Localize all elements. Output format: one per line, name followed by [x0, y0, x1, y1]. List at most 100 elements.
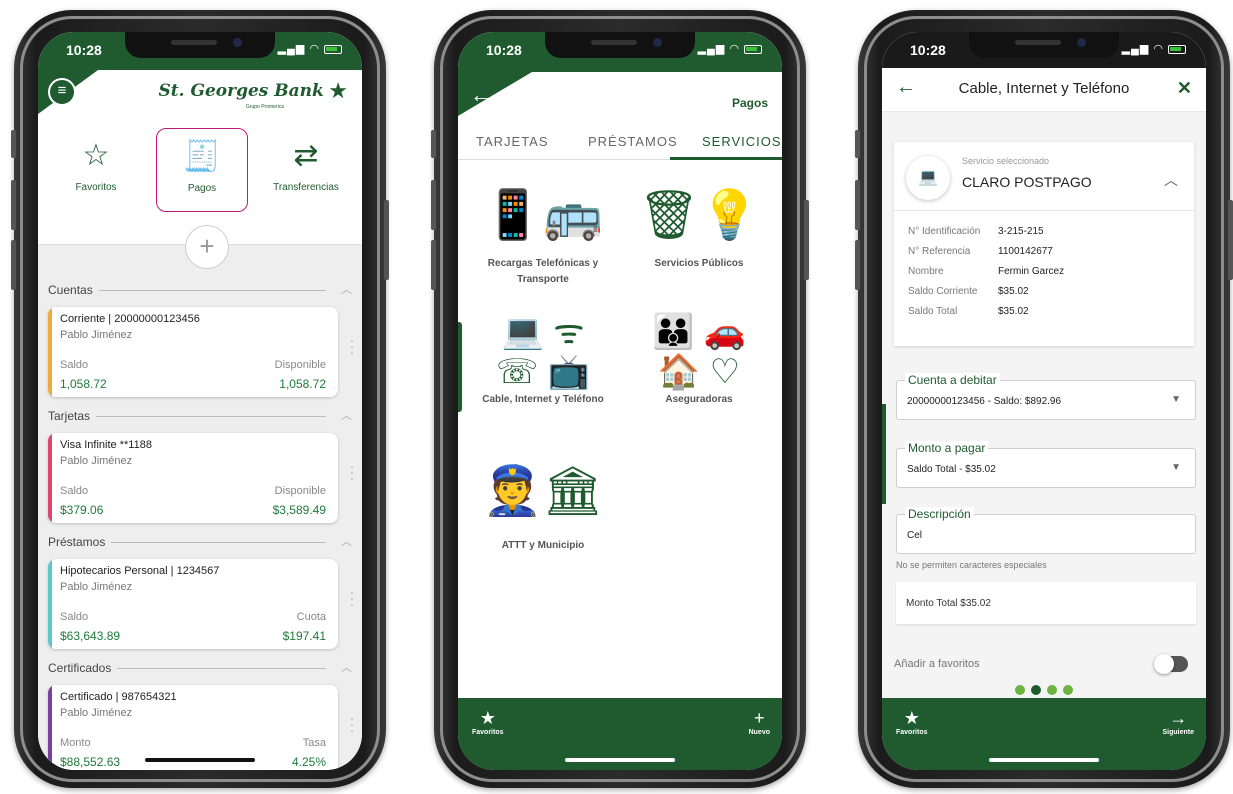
close-icon[interactable]: ✕ — [1177, 78, 1192, 99]
debit-account-select[interactable]: Cuenta a debitar 20000000123456 - Saldo:… — [896, 373, 1196, 420]
side-handle[interactable] — [458, 322, 462, 412]
card-left-label: Saldo — [60, 485, 89, 497]
tab-prestamos[interactable]: PRÉSTAMOS — [588, 134, 678, 149]
more-icon[interactable]: · · · — [348, 585, 356, 611]
page-title: Cable, Internet y Teléfono — [958, 80, 1130, 97]
notch — [545, 32, 695, 58]
cable-internet-icon: 💻 — [906, 156, 950, 200]
back-arrow-icon[interactable]: ← — [470, 82, 492, 108]
card-title: Visa Infinite **1188 — [60, 439, 152, 451]
field-label: Monto a pagar — [905, 441, 989, 455]
quick-favoritos[interactable]: ☆ Favoritos — [50, 128, 142, 212]
menu-button[interactable]: ≡ — [48, 78, 76, 106]
service-label: ATTT y Municipio — [501, 540, 585, 551]
more-icon[interactable]: · · · — [348, 711, 356, 737]
tab-bar: TARJETAS PRÉSTAMOS SERVICIOS — [458, 124, 782, 160]
next-button[interactable]: → Siguiente — [1162, 708, 1194, 736]
tab-indicator — [670, 157, 782, 160]
quick-transferencias[interactable]: ⇄ Transferencias — [260, 128, 352, 212]
service-label: Servicios Públicos — [654, 258, 744, 269]
favorites-button[interactable]: ★ Favoritos — [472, 708, 504, 736]
brand-tagline: Grupo Promerica — [245, 104, 284, 110]
section-title: Certificados — [48, 661, 118, 675]
card-title: Corriente | 20000000123456 — [60, 313, 200, 325]
tab-servicios[interactable]: SERVICIOS — [702, 134, 782, 149]
detail-key: Saldo Total — [908, 306, 958, 317]
description-input[interactable]: Descripción Cel — [896, 507, 1196, 554]
screen: ≡ St. Georges Bank ★ Grupo Promerica 10:… — [38, 32, 362, 770]
loan-card[interactable]: Hipotecarios Personal | 1234567 Pablo Ji… — [48, 559, 338, 649]
card-owner: Pablo Jiménez — [60, 455, 133, 467]
utilities-icon: 🗑💡 — [638, 189, 760, 242]
detail-key: N° Referencia — [908, 246, 971, 257]
card-right-value: $3,589.49 — [272, 503, 326, 517]
status-time: 10:28 — [486, 42, 522, 58]
quick-pagos[interactable]: 🧾 Pagos — [156, 128, 248, 212]
municipal-icon: 👮🏛 — [482, 465, 604, 518]
service-label: Aseguradoras — [665, 394, 733, 405]
home-indicator[interactable] — [145, 758, 255, 762]
service-cable[interactable]: 💻 ᯤ ☏ 📺 Cable, Internet y Teléfono — [468, 312, 618, 408]
section-title: Préstamos — [48, 535, 112, 549]
phone-payment-form: ← Cable, Internet y Teléfono ✕ 10:28 ▂▄▆… — [855, 10, 1233, 788]
card-title: Certificado | 987654321 — [60, 691, 177, 703]
home-indicator[interactable] — [989, 758, 1099, 762]
chevron-up-icon[interactable]: ︿ — [341, 533, 352, 549]
card-left-value: 1,058.72 — [60, 377, 107, 391]
service-label: Cable, Internet y Teléfono — [482, 394, 604, 405]
card-left-label: Monto — [60, 737, 91, 749]
detail-row: N° Identificación 3-215-215 — [908, 226, 1044, 237]
detail-key: Saldo Corriente — [908, 286, 978, 297]
more-icon[interactable]: · · · — [348, 459, 356, 485]
star-logo-icon: ★ — [328, 78, 348, 103]
service-recargas[interactable]: 📱🚌 Recargas Telefónicas y Transporte — [468, 176, 618, 288]
field-value: Saldo Total - $35.02 — [907, 464, 996, 475]
favorites-button[interactable]: ★ Favoritos — [896, 708, 928, 736]
brand-name: St. Georges Bank — [158, 81, 324, 101]
bottom-label: Siguiente — [1162, 729, 1194, 736]
detail-row: N° Referencia 1100142677 — [908, 246, 1053, 257]
card-right-value: 1,058.72 — [279, 377, 326, 391]
amount-select[interactable]: Monto a pagar Saldo Total - $35.02 ▼ — [896, 441, 1196, 488]
status-icons: ▂▄▆ ◠ — [1122, 42, 1186, 55]
add-button[interactable]: + — [185, 225, 229, 269]
detail-row: Nombre Fermin Garcez — [908, 266, 1064, 277]
card-right-value: 4.25% — [291, 755, 326, 769]
screen: ← Pagos 10:28 ▂▄▆ ◠ TARJETAS PRÉSTAMOS S… — [458, 32, 782, 770]
bill-icon: 🧾 — [183, 140, 221, 173]
more-icon[interactable]: · · · — [348, 333, 356, 359]
favorites-toggle[interactable] — [1154, 654, 1188, 674]
new-button[interactable]: + Nuevo — [749, 708, 770, 736]
service-attt[interactable]: 👮🏛 ATTT y Municipio — [468, 452, 618, 554]
bottom-label: Nuevo — [748, 729, 770, 736]
service-publicos[interactable]: 🗑💡 Servicios Públicos — [624, 176, 774, 272]
section-title: Tarjetas — [48, 409, 97, 423]
phone-pagos: ← Pagos 10:28 ▂▄▆ ◠ TARJETAS PRÉSTAMOS S… — [431, 10, 809, 788]
section-tarjetas[interactable]: Tarjetas ︿ — [48, 407, 352, 427]
section-certificados[interactable]: Certificados ︿ — [48, 659, 352, 679]
selected-service-card[interactable]: 💻 Servicio seleccionado CLARO POSTPAGO ︿… — [894, 142, 1194, 346]
chevron-up-icon[interactable]: ︿ — [341, 281, 352, 297]
quick-actions: ☆ Favoritos 🧾 Pagos ⇄ Transferencias — [38, 118, 362, 238]
caret-down-icon: ▼ — [1171, 462, 1181, 473]
stage: ≡ St. Georges Bank ★ Grupo Promerica 10:… — [0, 0, 1233, 794]
card-card[interactable]: Visa Infinite **1188 Pablo Jiménez Saldo… — [48, 433, 338, 523]
field-value: 20000000123456 - Saldo: $892.96 — [907, 396, 1062, 407]
chevron-up-icon[interactable]: ︿ — [341, 407, 352, 423]
phone-bus-icon: 📱🚌 — [483, 189, 603, 242]
account-card[interactable]: Corriente | 20000000123456 Pablo Jiménez… — [48, 307, 338, 397]
section-cuentas[interactable]: Cuentas ︿ — [48, 281, 352, 301]
home-indicator[interactable] — [565, 758, 675, 762]
section-prestamos[interactable]: Préstamos ︿ — [48, 533, 352, 553]
service-label: Recargas Telefónicas y Transporte — [487, 258, 599, 285]
card-owner: Pablo Jiménez — [60, 329, 133, 341]
chevron-up-icon[interactable]: ︿ — [1164, 170, 1178, 190]
service-aseguradoras[interactable]: 👪 🚗 🏠 ♡ Aseguradoras — [624, 312, 774, 408]
chevron-up-icon[interactable]: ︿ — [341, 659, 352, 675]
side-handle[interactable] — [882, 404, 886, 504]
tab-tarjetas[interactable]: TARJETAS — [476, 134, 549, 149]
section-title: Cuentas — [48, 283, 99, 297]
accounts-list: + Cuentas ︿ Corriente | 20000000123456 P… — [38, 225, 362, 770]
detail-value: 3-215-215 — [998, 226, 1044, 237]
detail-row: Saldo Total $35.02 — [908, 306, 1029, 317]
